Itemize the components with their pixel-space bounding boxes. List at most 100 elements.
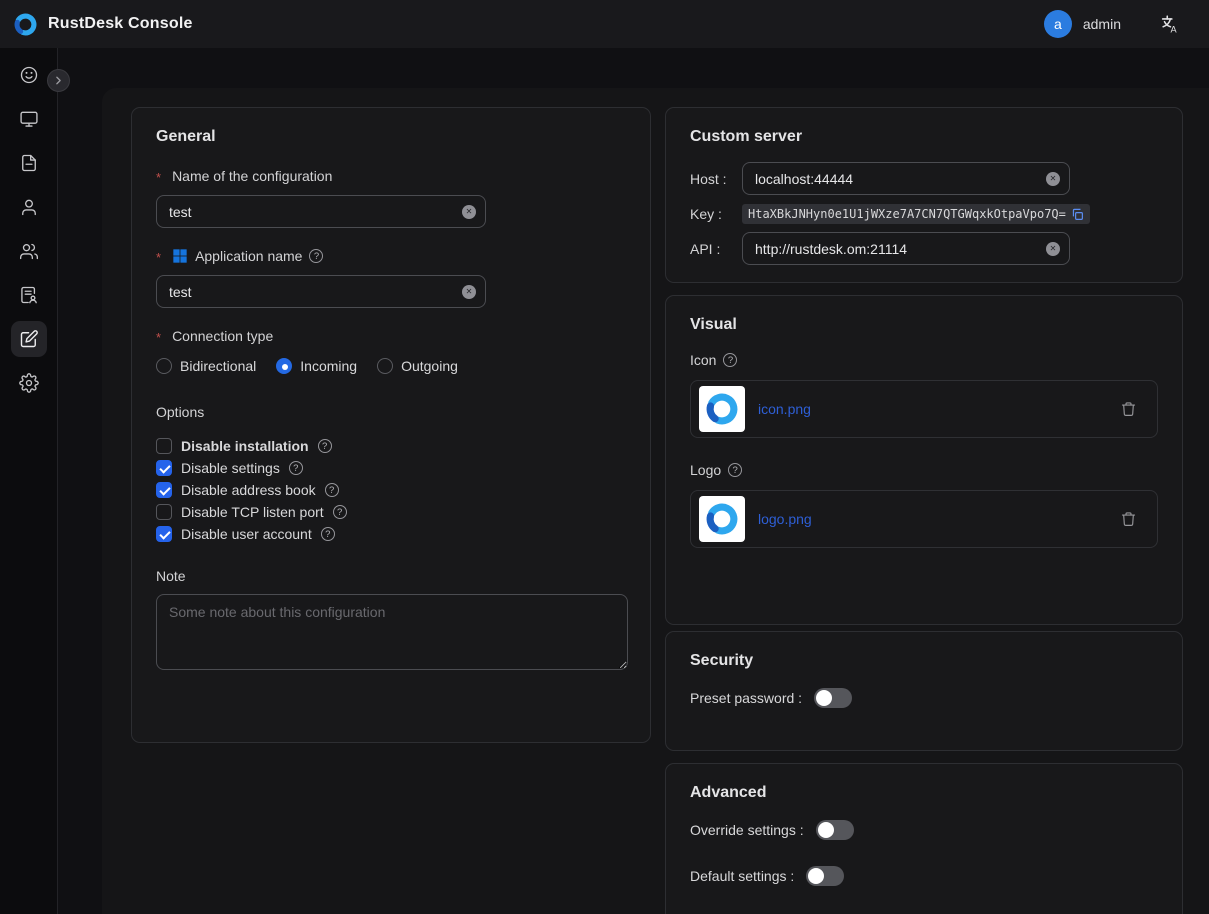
rustdesk-logo-icon bbox=[12, 11, 39, 38]
clear-icon[interactable] bbox=[1046, 172, 1060, 186]
visual-card: Visual Icon icon.png Logo bbox=[665, 295, 1183, 625]
checkbox-icon bbox=[156, 460, 172, 476]
option-label: Disable installation bbox=[181, 438, 309, 454]
key-label: Key : bbox=[690, 206, 742, 222]
option-label: Disable TCP listen port bbox=[181, 504, 324, 520]
general-card: General Name of the configuration Applic… bbox=[131, 107, 651, 743]
checkbox-icon bbox=[156, 438, 172, 454]
api-label: API : bbox=[690, 241, 742, 257]
connection-type-group: Bidirectional Incoming Outgoing bbox=[156, 358, 626, 374]
visual-title: Visual bbox=[690, 316, 1158, 334]
main-panel: General Name of the configuration Applic… bbox=[102, 88, 1209, 914]
default-settings-toggle[interactable] bbox=[806, 866, 844, 886]
audit-log-icon bbox=[19, 285, 39, 305]
icon-thumbnail bbox=[699, 386, 745, 432]
help-icon[interactable] bbox=[321, 527, 335, 541]
users-icon bbox=[19, 241, 39, 261]
sidebar-item-dashboard[interactable] bbox=[11, 57, 47, 93]
rustdesk-logo-icon bbox=[703, 390, 741, 428]
icon-label: Icon bbox=[690, 352, 1158, 368]
help-icon[interactable] bbox=[318, 439, 332, 453]
sidebar-item-groups[interactable] bbox=[11, 233, 47, 269]
radio-icon bbox=[156, 358, 172, 374]
radio-label: Incoming bbox=[300, 358, 357, 374]
icon-file-link[interactable]: icon.png bbox=[758, 401, 811, 417]
application-name-input[interactable] bbox=[156, 275, 486, 308]
connection-type-radio[interactable]: Bidirectional bbox=[156, 358, 256, 374]
help-icon[interactable] bbox=[289, 461, 303, 475]
help-icon[interactable] bbox=[723, 353, 737, 367]
advanced-card: Advanced Override settings : Default set… bbox=[665, 763, 1183, 914]
help-icon[interactable] bbox=[309, 249, 323, 263]
option-row[interactable]: Disable installation bbox=[156, 438, 626, 454]
key-value: HtaXBkJNHyn0e1U1jWXze7A7CN7QTGWqxkOtpaVp… bbox=[748, 207, 1066, 221]
config-name-label: Name of the configuration bbox=[156, 168, 626, 184]
default-settings-label: Default settings : bbox=[690, 868, 794, 884]
connection-type-radio[interactable]: Outgoing bbox=[377, 358, 458, 374]
brand: RustDesk Console bbox=[12, 11, 193, 38]
host-input[interactable] bbox=[742, 162, 1070, 195]
chevron-right-icon bbox=[52, 74, 65, 87]
security-card: Security Preset password : bbox=[665, 631, 1183, 751]
sidebar-item-devices[interactable] bbox=[11, 101, 47, 137]
connection-type-label: Connection type bbox=[156, 328, 626, 344]
help-icon[interactable] bbox=[728, 463, 742, 477]
help-icon[interactable] bbox=[333, 505, 347, 519]
connection-type-radio[interactable]: Incoming bbox=[276, 358, 357, 374]
user-icon bbox=[19, 197, 39, 217]
logo-file-link[interactable]: logo.png bbox=[758, 511, 812, 527]
option-label: Disable user account bbox=[181, 526, 312, 542]
radio-icon bbox=[276, 358, 292, 374]
sidebar-item-sessions[interactable] bbox=[11, 145, 47, 181]
clear-icon[interactable] bbox=[462, 285, 476, 299]
host-label: Host : bbox=[690, 171, 742, 187]
help-icon[interactable] bbox=[325, 483, 339, 497]
document-icon bbox=[19, 153, 39, 173]
copy-icon[interactable] bbox=[1071, 208, 1084, 221]
topbar: RustDesk Console a admin A bbox=[0, 0, 1209, 48]
edit-icon bbox=[19, 329, 39, 349]
config-name-input[interactable] bbox=[156, 195, 486, 228]
rustdesk-logo-icon bbox=[703, 500, 741, 538]
key-value-chip: HtaXBkJNHyn0e1U1jWXze7A7CN7QTGWqxkOtpaVp… bbox=[742, 204, 1090, 224]
monitor-icon bbox=[19, 109, 39, 129]
api-input[interactable] bbox=[742, 232, 1070, 265]
logo-upload-row: logo.png bbox=[690, 490, 1158, 548]
app-title: RustDesk Console bbox=[48, 15, 193, 33]
sidebar-item-users[interactable] bbox=[11, 189, 47, 225]
logo-label: Logo bbox=[690, 462, 1158, 478]
option-row[interactable]: Disable address book bbox=[156, 482, 626, 498]
icon-upload-row: icon.png bbox=[690, 380, 1158, 438]
checkbox-icon bbox=[156, 482, 172, 498]
username[interactable]: admin bbox=[1083, 16, 1121, 32]
clear-icon[interactable] bbox=[462, 205, 476, 219]
override-settings-toggle[interactable] bbox=[816, 820, 854, 840]
translate-icon[interactable]: A bbox=[1159, 13, 1181, 35]
override-settings-label: Override settings : bbox=[690, 822, 804, 838]
clear-icon[interactable] bbox=[1046, 242, 1060, 256]
preset-password-toggle[interactable] bbox=[814, 688, 852, 708]
trash-icon[interactable] bbox=[1120, 510, 1137, 528]
preset-password-label: Preset password : bbox=[690, 690, 802, 706]
note-textarea[interactable] bbox=[156, 594, 628, 670]
gear-icon bbox=[19, 373, 39, 393]
option-row[interactable]: Disable TCP listen port bbox=[156, 504, 626, 520]
option-row[interactable]: Disable settings bbox=[156, 460, 626, 476]
trash-icon[interactable] bbox=[1120, 400, 1137, 418]
logo-thumbnail bbox=[699, 496, 745, 542]
windows-icon bbox=[172, 248, 188, 264]
avatar[interactable]: a bbox=[1044, 10, 1072, 38]
custom-server-title: Custom server bbox=[690, 128, 1158, 146]
checkbox-icon bbox=[156, 504, 172, 520]
sidebar-item-audit[interactable] bbox=[11, 277, 47, 313]
option-row[interactable]: Disable user account bbox=[156, 526, 626, 542]
sidebar-collapse-button[interactable] bbox=[47, 69, 70, 92]
sidebar bbox=[0, 48, 58, 914]
option-label: Disable address book bbox=[181, 482, 316, 498]
radio-icon bbox=[377, 358, 393, 374]
smiley-icon bbox=[19, 65, 39, 85]
radio-label: Bidirectional bbox=[180, 358, 256, 374]
sidebar-item-client-editor[interactable] bbox=[11, 321, 47, 357]
sidebar-item-settings[interactable] bbox=[11, 365, 47, 401]
options-label: Options bbox=[156, 404, 626, 420]
